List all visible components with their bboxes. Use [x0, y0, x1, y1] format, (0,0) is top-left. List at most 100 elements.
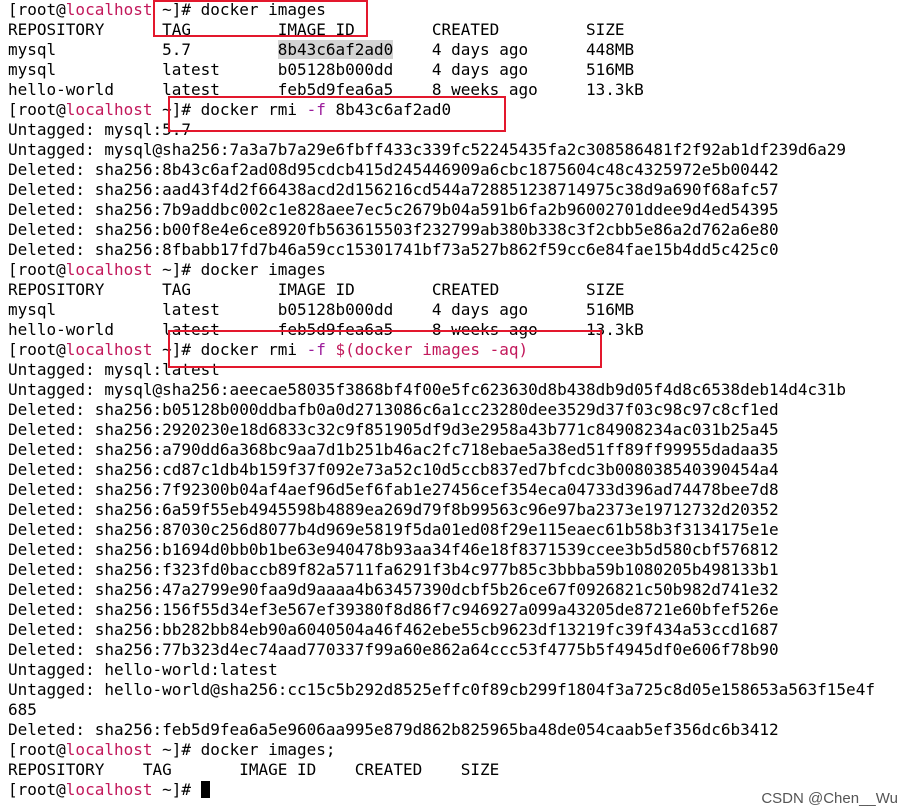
- command-argument: 8b43c6af2ad0: [325, 100, 452, 119]
- output-line: Deleted: sha256:cd87c1db4b159f37f092e73a…: [8, 460, 907, 480]
- command-option: -f: [306, 340, 326, 359]
- output-line: Deleted: sha256:2920230e18d6833c32c9f851…: [8, 420, 907, 440]
- prompt-hostname: localhost: [65, 740, 153, 759]
- output-line: Untagged: mysql:latest: [8, 360, 907, 380]
- prompt-user: [root@: [8, 740, 66, 759]
- terminal-output[interactable]: [root@localhost ~]# docker images REPOSIT…: [8, 0, 907, 800]
- selected-image-id: 8b43c6af2ad0: [277, 40, 394, 59]
- prompt-suffix: ~]#: [152, 780, 192, 799]
- output-text: REPOSITORY TAG IMAGE ID CREATED SIZE: [8, 760, 500, 779]
- output-text: Deleted: sha256:77b323d4ec74aad770337f99…: [8, 640, 779, 659]
- output-line: Deleted: sha256:aad43f4d2f66438acd2d1562…: [8, 180, 907, 200]
- output-line: Deleted: sha256:bb282bb84eb90a6040504a46…: [8, 620, 907, 640]
- output-text: Deleted: sha256:feb5d9fea6a5e9606aa995e8…: [8, 720, 779, 739]
- output-line: hello-world latest feb5d9fea6a5 8 weeks …: [8, 320, 907, 340]
- output-text: Deleted: sha256:156f55d34ef3e567ef39380f…: [8, 600, 779, 619]
- prompt-line: [root@localhost ~]# docker images: [8, 260, 907, 280]
- prompt-user: [root@: [8, 340, 66, 359]
- output-text: 685: [8, 700, 37, 719]
- command-text: docker images;: [191, 740, 336, 759]
- prompt-suffix: ~]#: [152, 260, 192, 279]
- output-line: Deleted: sha256:77b323d4ec74aad770337f99…: [8, 640, 907, 660]
- prompt-suffix: ~]#: [152, 100, 192, 119]
- prompt-suffix: ~]#: [152, 340, 192, 359]
- output-line: Deleted: sha256:7f92300b04af4aef96d5ef6f…: [8, 480, 907, 500]
- output-line: Deleted: sha256:7b9addbc002c1e828aee7ec5…: [8, 200, 907, 220]
- output-text: Untagged: mysql:latest: [8, 360, 220, 379]
- output-line: Deleted: sha256:8fbabb17fd7b46a59cc15301…: [8, 240, 907, 260]
- output-text: Deleted: sha256:b05128b000ddbafb0a0d2713…: [8, 400, 779, 419]
- prompt-suffix: ~]#: [152, 740, 192, 759]
- prompt-line: [root@localhost ~]# docker images;: [8, 740, 907, 760]
- prompt-suffix: ~]#: [152, 0, 192, 19]
- output-text: mysql 5.7: [8, 40, 278, 59]
- output-text: Deleted: sha256:bb282bb84eb90a6040504a46…: [8, 620, 779, 639]
- output-line: Deleted: sha256:47a2799e90faa9d9aaaa4b63…: [8, 580, 907, 600]
- output-line: hello-world latest feb5d9fea6a5 8 weeks …: [8, 80, 907, 100]
- output-text: Deleted: sha256:8b43c6af2ad08d95cdcb415d…: [8, 160, 779, 179]
- output-line: Deleted: sha256:6a59f55eb4945598b4889ea2…: [8, 500, 907, 520]
- output-text: Deleted: sha256:f323fd0baccb89f82a5711fa…: [8, 560, 779, 579]
- output-text: Deleted: sha256:aad43f4d2f66438acd2d1562…: [8, 180, 779, 199]
- prompt-user: [root@: [8, 780, 66, 799]
- output-line: Untagged: hello-world@sha256:cc15c5b292d…: [8, 680, 907, 700]
- prompt-hostname: localhost: [65, 100, 153, 119]
- terminal-window[interactable]: [root@localhost ~]# docker images REPOSIT…: [0, 0, 907, 812]
- output-text: Deleted: sha256:b1694d0bb0b1be63e940478b…: [8, 540, 779, 559]
- prompt-user: [root@: [8, 260, 66, 279]
- output-line: mysql latest b05128b000dd 4 days ago 516…: [8, 300, 907, 320]
- output-text-rest: 4 days ago 448MB: [393, 40, 635, 59]
- output-text: REPOSITORY TAG IMAGE ID CREATED SIZE: [8, 280, 625, 299]
- output-line: mysql latest b05128b000dd 4 days ago 516…: [8, 60, 907, 80]
- output-text: Deleted: sha256:b00f8e4e6ce8920fb5636155…: [8, 220, 779, 239]
- prompt-line: [root@localhost ~]# docker images: [8, 0, 907, 20]
- command-text: docker images: [191, 0, 326, 19]
- output-text: Deleted: sha256:7b9addbc002c1e828aee7ec5…: [8, 200, 779, 219]
- prompt-hostname: localhost: [65, 0, 153, 19]
- output-text: mysql latest b05128b000dd 4 days ago 516…: [8, 60, 635, 79]
- output-line: REPOSITORY TAG IMAGE ID CREATED SIZE: [8, 280, 907, 300]
- command-option: -f: [306, 100, 326, 119]
- prompt-user: [root@: [8, 100, 66, 119]
- output-line: Untagged: mysql@sha256:aeecae58035f3868b…: [8, 380, 907, 400]
- output-line: Deleted: sha256:87030c256d8077b4d969e581…: [8, 520, 907, 540]
- output-line: Untagged: hello-world:latest: [8, 660, 907, 680]
- output-line: Deleted: sha256:b00f8e4e6ce8920fb5636155…: [8, 220, 907, 240]
- command-text: docker rmi: [191, 340, 307, 359]
- output-line: Deleted: sha256:156f55d34ef3e567ef39380f…: [8, 600, 907, 620]
- output-line: Deleted: sha256:f323fd0baccb89f82a5711fa…: [8, 560, 907, 580]
- output-text: hello-world latest feb5d9fea6a5 8 weeks …: [8, 320, 644, 339]
- output-text: Deleted: sha256:7f92300b04af4aef96d5ef6f…: [8, 480, 779, 499]
- command-substitution: $(docker images -aq): [335, 340, 529, 359]
- prompt-hostname: localhost: [65, 340, 153, 359]
- output-line: Deleted: sha256:b05128b000ddbafb0a0d2713…: [8, 400, 907, 420]
- output-text: Deleted: sha256:2920230e18d6833c32c9f851…: [8, 420, 779, 439]
- prompt-line: [root@localhost ~]# docker rmi -f 8b43c6…: [8, 100, 907, 120]
- output-line: REPOSITORY TAG IMAGE ID CREATED SIZE: [8, 760, 907, 780]
- output-text: Deleted: sha256:87030c256d8077b4d969e581…: [8, 520, 779, 539]
- output-line: mysql 5.7 8b43c6af2ad0 4 days ago 448MB: [8, 40, 907, 60]
- output-line: Deleted: sha256:8b43c6af2ad08d95cdcb415d…: [8, 160, 907, 180]
- output-line: Deleted: sha256:b1694d0bb0b1be63e940478b…: [8, 540, 907, 560]
- output-text: Deleted: sha256:a790dd6a368bc9aa7d1b251b…: [8, 440, 779, 459]
- command-text: docker rmi: [191, 100, 307, 119]
- output-line: Untagged: mysql:5.7: [8, 120, 907, 140]
- output-text: Deleted: sha256:cd87c1db4b159f37f092e73a…: [8, 460, 779, 479]
- output-text: mysql latest b05128b000dd 4 days ago 516…: [8, 300, 635, 319]
- output-line: REPOSITORY TAG IMAGE ID CREATED SIZE: [8, 20, 907, 40]
- prompt-hostname: localhost: [65, 260, 153, 279]
- output-line: Deleted: sha256:feb5d9fea6a5e9606aa995e8…: [8, 720, 907, 740]
- prompt-hostname: localhost: [65, 780, 153, 799]
- output-text: Deleted: sha256:6a59f55eb4945598b4889ea2…: [8, 500, 779, 519]
- output-text: Deleted: sha256:8fbabb17fd7b46a59cc15301…: [8, 240, 779, 259]
- prompt-line: [root@localhost ~]# docker rmi -f $(dock…: [8, 340, 907, 360]
- output-text: Untagged: mysql@sha256:7a3a7b7a29e6fbff4…: [8, 140, 847, 159]
- output-line: Untagged: mysql@sha256:7a3a7b7a29e6fbff4…: [8, 140, 907, 160]
- output-line: Deleted: sha256:a790dd6a368bc9aa7d1b251b…: [8, 440, 907, 460]
- output-text: Untagged: mysql:5.7: [8, 120, 192, 139]
- watermark: CSDN @Chen__Wu: [758, 789, 901, 808]
- command-text: [191, 780, 201, 799]
- text-cursor[interactable]: [200, 781, 210, 798]
- output-text: hello-world latest feb5d9fea6a5 8 weeks …: [8, 80, 644, 99]
- output-text: Untagged: hello-world:latest: [8, 660, 278, 679]
